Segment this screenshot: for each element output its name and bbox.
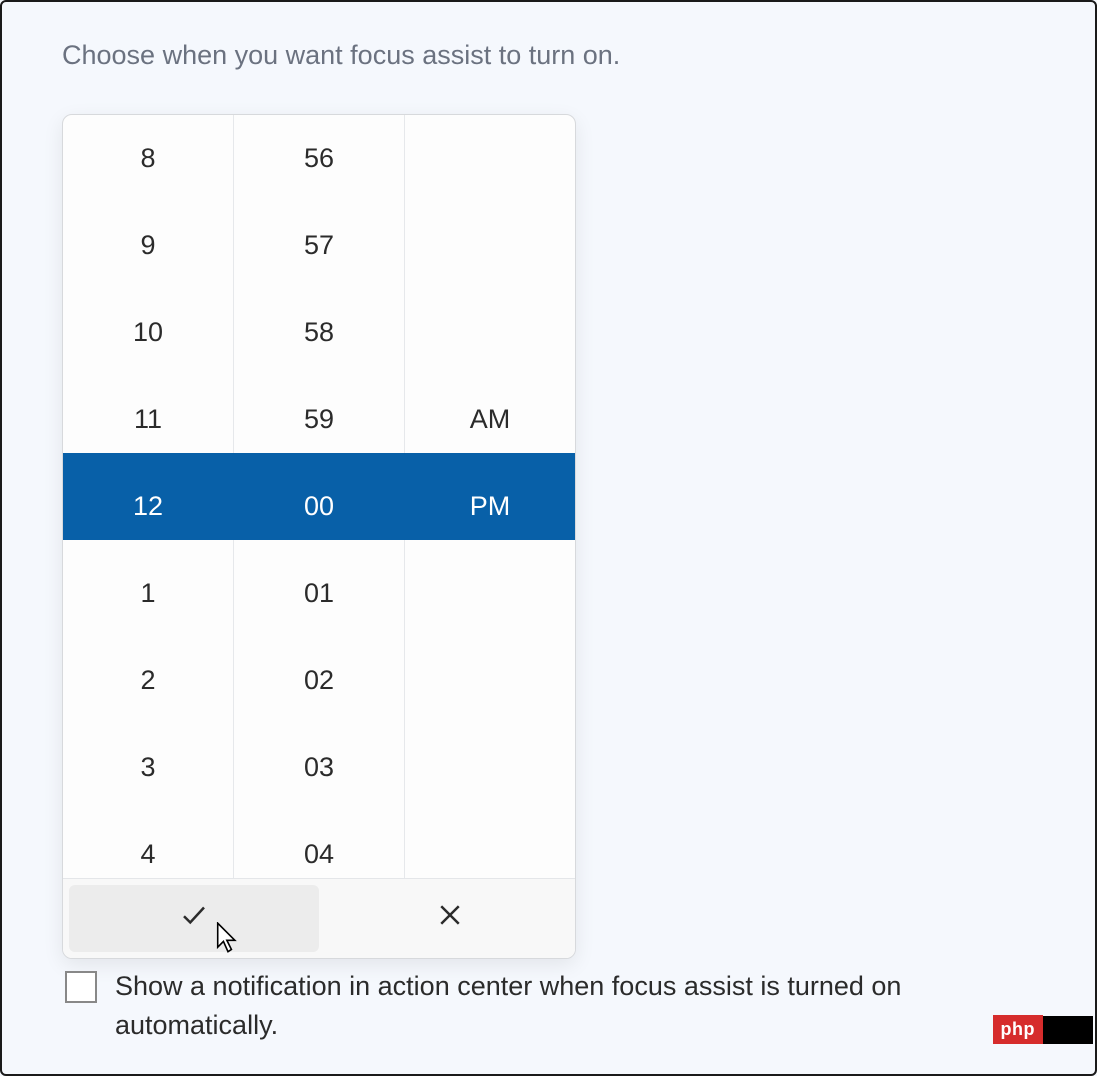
minute-option[interactable]: 01 bbox=[234, 550, 404, 637]
hour-option[interactable]: 4 bbox=[63, 811, 233, 898]
minute-option[interactable]: 59 bbox=[234, 376, 404, 463]
time-picker-body: 8 9 10 11 12 1 2 3 4 56 57 58 59 00 01 0… bbox=[63, 115, 575, 878]
hour-option[interactable]: 3 bbox=[63, 724, 233, 811]
period-option[interactable]: AM bbox=[405, 376, 575, 463]
notification-checkbox-label: Show a notification in action center whe… bbox=[115, 967, 1045, 1045]
hour-option[interactable]: 2 bbox=[63, 637, 233, 724]
period-option-empty bbox=[405, 550, 575, 637]
minute-option[interactable]: 03 bbox=[234, 724, 404, 811]
hour-option[interactable]: 9 bbox=[63, 202, 233, 289]
period-option-selected[interactable]: PM bbox=[405, 463, 575, 550]
hour-option[interactable]: 8 bbox=[63, 115, 233, 202]
hour-option[interactable]: 11 bbox=[63, 376, 233, 463]
hour-option[interactable]: 10 bbox=[63, 289, 233, 376]
minute-option-selected[interactable]: 00 bbox=[234, 463, 404, 550]
hour-column[interactable]: 8 9 10 11 12 1 2 3 4 bbox=[63, 115, 234, 878]
minute-option[interactable]: 56 bbox=[234, 115, 404, 202]
notification-checkbox[interactable] bbox=[65, 971, 97, 1003]
notification-checkbox-row: Show a notification in action center whe… bbox=[65, 967, 1045, 1045]
check-icon bbox=[179, 900, 209, 937]
watermark: php bbox=[993, 1015, 1094, 1044]
period-option-empty bbox=[405, 724, 575, 811]
period-option-empty bbox=[405, 115, 575, 202]
minute-option[interactable]: 57 bbox=[234, 202, 404, 289]
watermark-block bbox=[1043, 1016, 1093, 1044]
watermark-text: php bbox=[993, 1015, 1044, 1044]
period-option-empty bbox=[405, 202, 575, 289]
minute-column[interactable]: 56 57 58 59 00 01 02 03 04 bbox=[234, 115, 405, 878]
hour-option-selected[interactable]: 12 bbox=[63, 463, 233, 550]
hour-option[interactable]: 1 bbox=[63, 550, 233, 637]
page-heading: Choose when you want focus assist to tur… bbox=[2, 2, 1095, 71]
close-icon bbox=[435, 900, 465, 937]
period-option-empty bbox=[405, 811, 575, 898]
time-picker-flyout: 8 9 10 11 12 1 2 3 4 56 57 58 59 00 01 0… bbox=[62, 114, 576, 959]
period-option-empty bbox=[405, 637, 575, 724]
minute-option[interactable]: 04 bbox=[234, 811, 404, 898]
period-column[interactable]: AM PM bbox=[405, 115, 575, 878]
period-option-empty bbox=[405, 289, 575, 376]
minute-option[interactable]: 58 bbox=[234, 289, 404, 376]
minute-option[interactable]: 02 bbox=[234, 637, 404, 724]
